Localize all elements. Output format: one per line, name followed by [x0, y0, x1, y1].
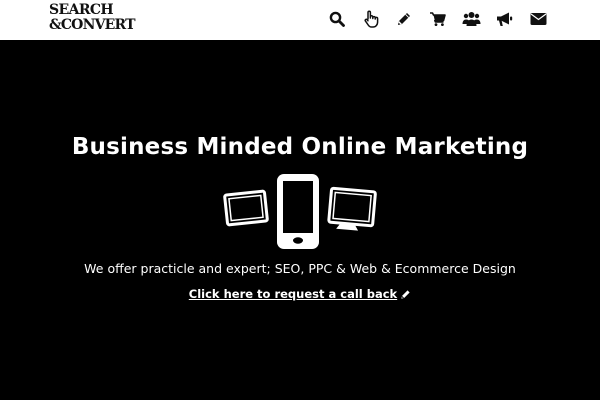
nav-users[interactable]	[460, 8, 482, 30]
hero-title: Business Minded Online Marketing	[71, 134, 529, 160]
megaphone-icon	[497, 12, 513, 26]
nav-cart[interactable]	[427, 8, 449, 30]
users-icon	[462, 12, 480, 26]
devices-icon	[223, 174, 377, 249]
callback-cta: Click here to request a call back	[0, 287, 600, 301]
pencil-icon	[401, 290, 410, 299]
site-logo[interactable]: SEARCH &CONVERT	[49, 3, 149, 33]
envelope-icon	[530, 13, 546, 25]
search-icon	[329, 11, 345, 27]
nav-megaphone[interactable]	[494, 8, 516, 30]
top-nav	[326, 8, 561, 30]
logo-line-1: SEARCH	[49, 2, 114, 18]
pointer-hand-icon	[364, 10, 378, 28]
request-callback-link[interactable]: Click here to request a call back	[189, 287, 397, 301]
nav-contact[interactable]	[527, 8, 549, 30]
shopping-cart-icon	[430, 12, 446, 26]
logo-line-2: &CONVERT	[49, 17, 136, 33]
hero-section: Business Minded Online Marketing We offe…	[0, 40, 600, 400]
site-header: SEARCH &CONVERT	[0, 0, 600, 40]
hero-subtitle: We offer practicle and expert; SEO, PPC …	[84, 261, 516, 276]
pencil-icon	[398, 13, 410, 25]
nav-pointer[interactable]	[360, 8, 382, 30]
nav-pencil[interactable]	[393, 8, 415, 30]
nav-search[interactable]	[326, 8, 348, 30]
